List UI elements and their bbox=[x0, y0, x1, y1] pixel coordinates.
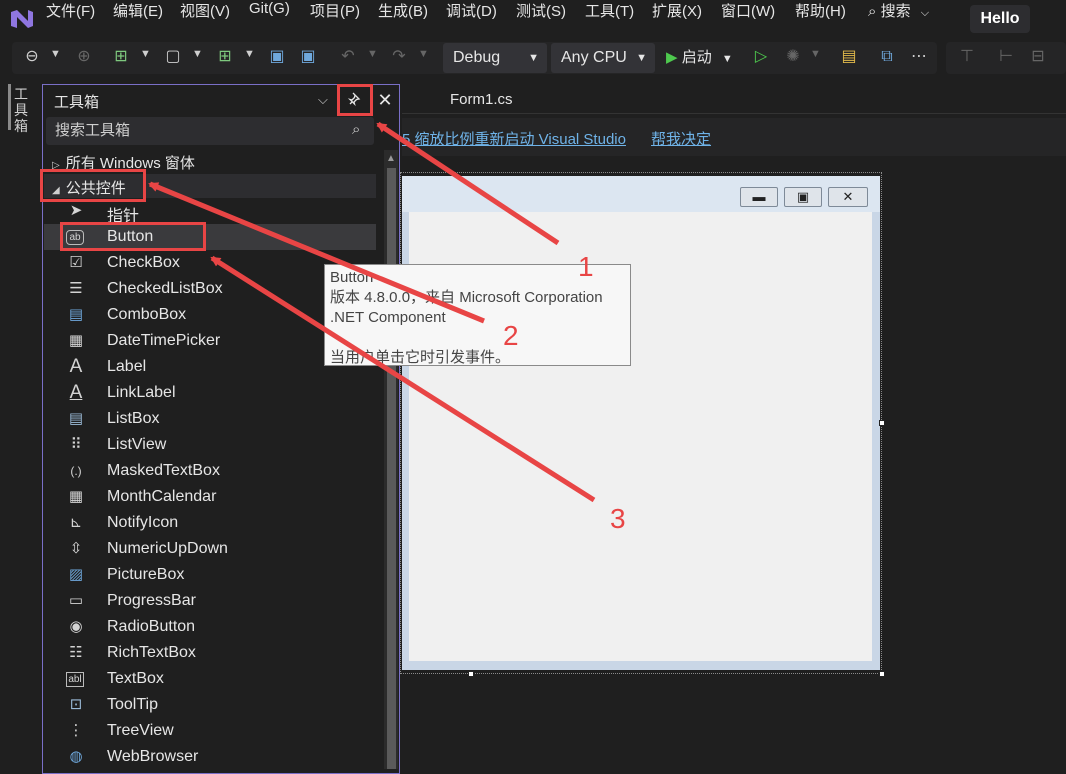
annotation-arrow-2 bbox=[148, 181, 485, 324]
annotation-arrow-1 bbox=[376, 121, 560, 246]
annotation-number-3: 3 bbox=[610, 503, 626, 534]
annotation-number-2: 2 bbox=[503, 320, 519, 351]
annotation-number-1: 1 bbox=[578, 251, 594, 282]
annotation-arrows bbox=[148, 121, 596, 503]
annotation-arrow-3 bbox=[210, 255, 596, 503]
